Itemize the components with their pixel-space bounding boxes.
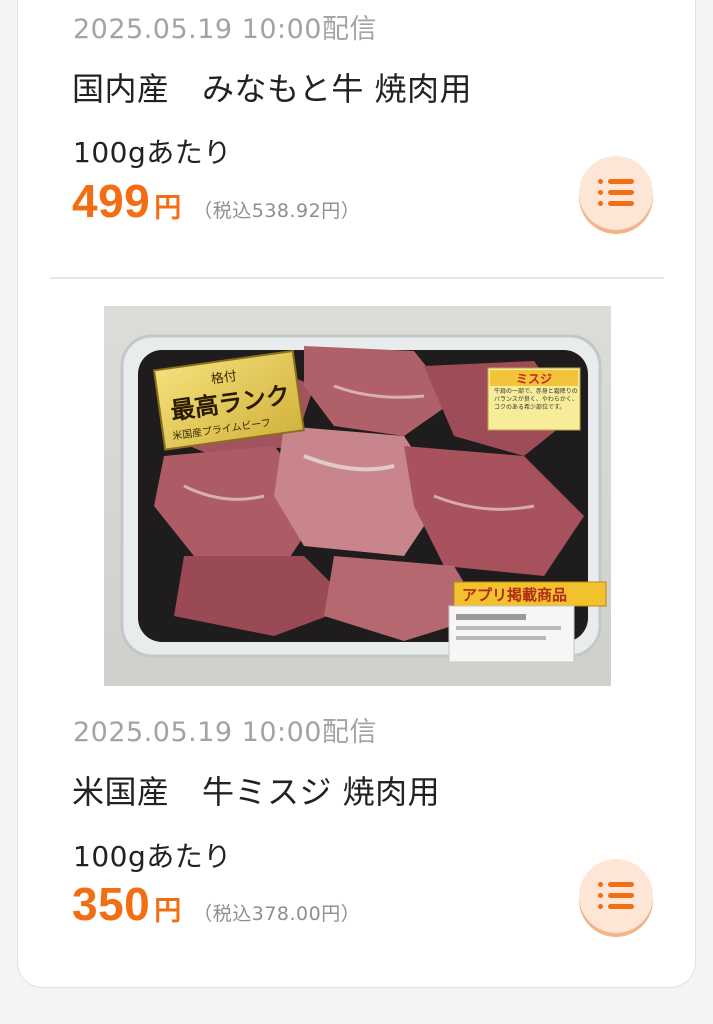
yen-label: 円	[154, 193, 182, 224]
product-image[interactable]: 格付 最高ランク 米国産プライムビーフ ミスジ 牛肩の一部で、赤身と霜降りのバラ…	[104, 306, 611, 686]
tax-included-price: （税込378.00円）	[193, 903, 361, 925]
label-tag-text: 牛肩の一部で、赤身と霜降りのバランスが良く、やわらかく、コクのある希少部位です。	[494, 388, 578, 411]
price-value: 499	[72, 175, 151, 227]
product-name: 米国産 牛ミスジ 焼肉用	[72, 773, 441, 811]
product-name: 国内産 みなもと牛 焼肉用	[72, 70, 473, 108]
price-row: 350 円 （税込378.00円）	[72, 877, 360, 931]
price-row: 499 円 （税込538.92円）	[72, 174, 360, 228]
label-app-sticker: アプリ掲載商品	[462, 586, 567, 604]
tax-included-price: （税込538.92円）	[193, 200, 361, 222]
add-to-list-button[interactable]	[579, 156, 653, 230]
delivery-date: 2025.05.19 10:00配信	[73, 14, 377, 45]
delivery-date: 2025.05.19 10:00配信	[73, 717, 377, 748]
yen-label: 円	[154, 896, 182, 927]
product-list-card: 2025.05.19 10:00配信 国内産 みなもと牛 焼肉用 100gあたり…	[17, 0, 696, 988]
divider	[50, 277, 664, 279]
price-unit: 100gあたり	[73, 840, 232, 873]
list-icon	[598, 881, 634, 911]
price-unit: 100gあたり	[73, 136, 232, 169]
label-tag-title: ミスジ	[516, 372, 552, 386]
list-icon	[598, 178, 634, 208]
add-to-list-button[interactable]	[579, 859, 653, 933]
meat-pack-photo: 格付 最高ランク 米国産プライムビーフ ミスジ 牛肩の一部で、赤身と霜降りのバラ…	[104, 306, 611, 686]
price-value: 350	[72, 878, 151, 930]
